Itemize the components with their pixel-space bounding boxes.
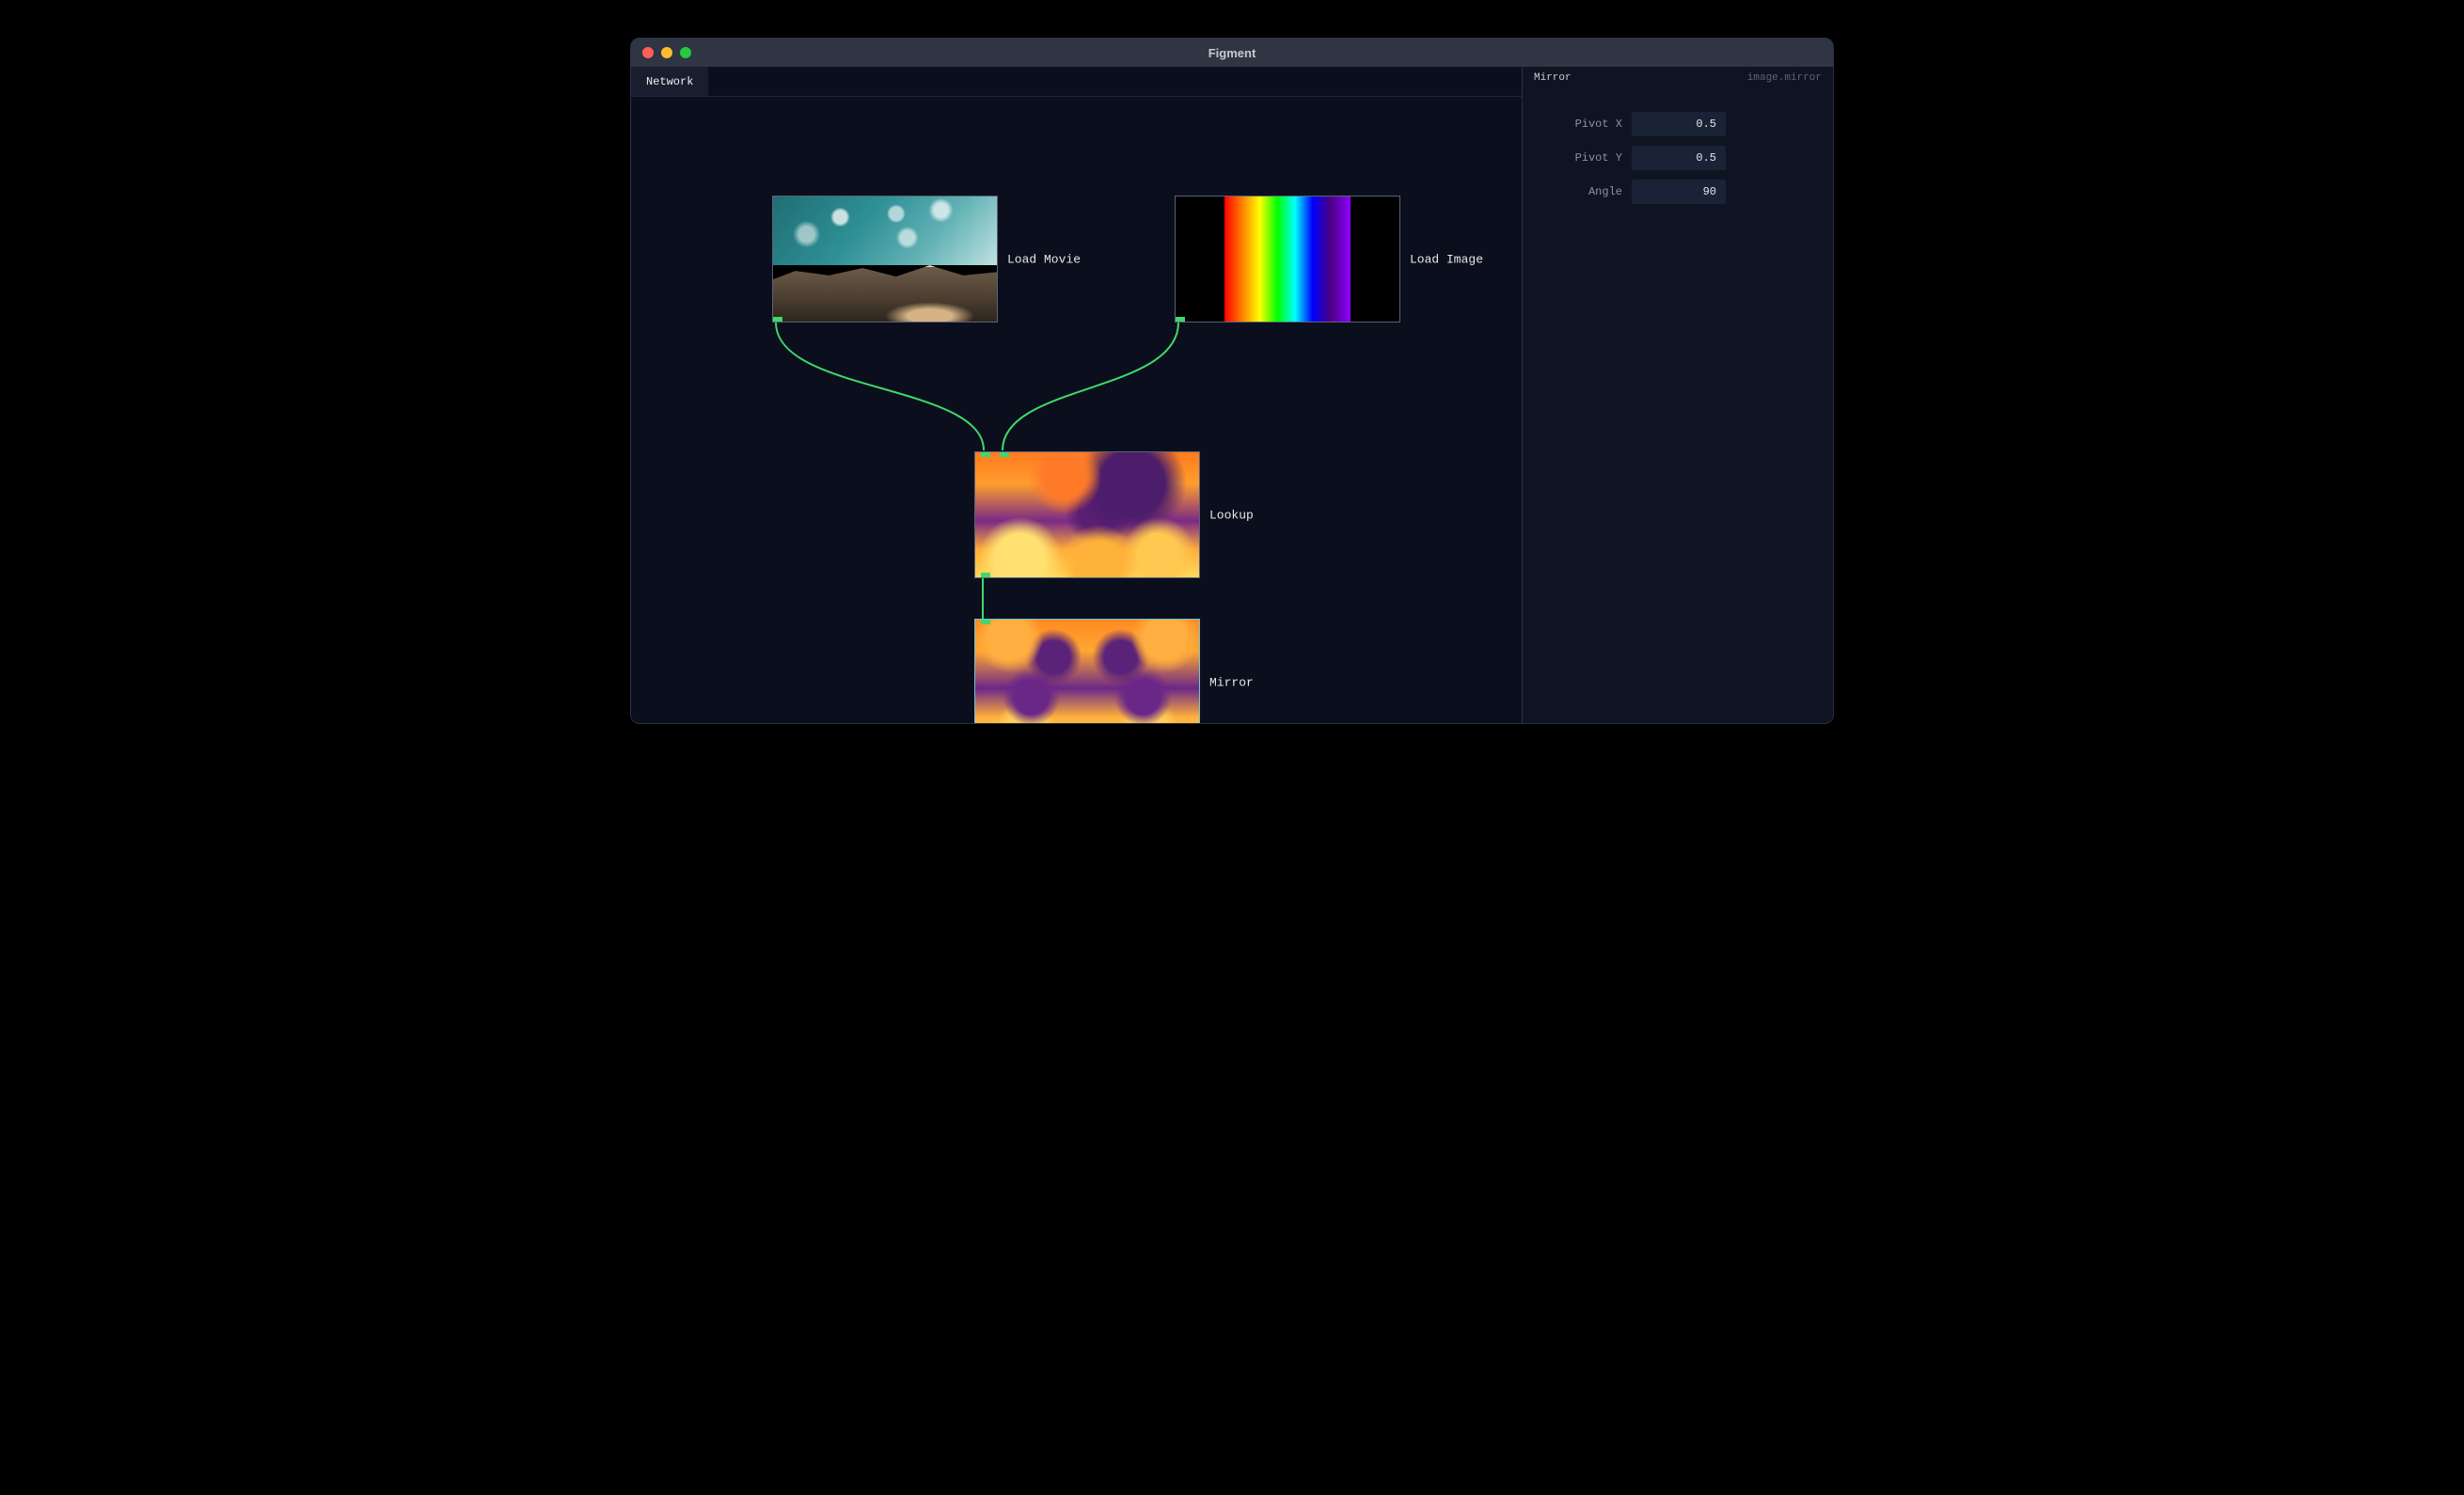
param-value-input[interactable]: 0.5 <box>1632 112 1726 136</box>
node-load-image[interactable]: Load Image <box>1175 196 1400 323</box>
node-thumbnail <box>1175 196 1400 323</box>
param-label: Pivot X <box>1536 118 1622 131</box>
node-label: Load Image <box>1410 252 1483 266</box>
param-label: Pivot Y <box>1536 151 1622 165</box>
node-mirror[interactable]: Mirror <box>974 619 1200 723</box>
titlebar[interactable]: Figment <box>631 39 1833 67</box>
node-thumbnail <box>974 619 1200 723</box>
inspector-header: Mirror image.mirror <box>1523 67 1833 89</box>
app-window: Figment Network <box>630 38 1834 724</box>
param-value-input[interactable]: 90 <box>1632 180 1726 204</box>
inspector-node-type: image.mirror <box>1747 72 1822 84</box>
traffic-lights <box>642 47 691 58</box>
inspector-node-name: Mirror <box>1534 72 1572 84</box>
app-title: Figment <box>1208 46 1256 60</box>
param-value-input[interactable]: 0.5 <box>1632 146 1726 170</box>
param-pivot-x: Pivot X 0.5 <box>1536 112 1820 136</box>
node-lookup[interactable]: Lookup <box>974 451 1200 578</box>
inspector-panel: Mirror image.mirror Pivot X 0.5 Pivot Y … <box>1523 67 1833 723</box>
node-load-movie[interactable]: Load Movie <box>772 196 998 323</box>
param-angle: Angle 90 <box>1536 180 1820 204</box>
param-pivot-y: Pivot Y 0.5 <box>1536 146 1820 170</box>
minimize-icon[interactable] <box>661 47 672 58</box>
node-label: Mirror <box>1209 675 1254 689</box>
graph-canvas[interactable]: Load Movie Load Image <box>631 97 1522 723</box>
graph-panel[interactable]: Network <box>631 67 1523 723</box>
param-label: Angle <box>1536 185 1622 198</box>
close-icon[interactable] <box>642 47 654 58</box>
maximize-icon[interactable] <box>680 47 691 58</box>
node-label: Lookup <box>1209 508 1254 522</box>
tabbar: Network <box>631 67 1522 97</box>
node-label: Load Movie <box>1007 252 1081 266</box>
node-thumbnail <box>974 451 1200 578</box>
tab-network[interactable]: Network <box>631 67 708 96</box>
node-thumbnail <box>772 196 998 323</box>
